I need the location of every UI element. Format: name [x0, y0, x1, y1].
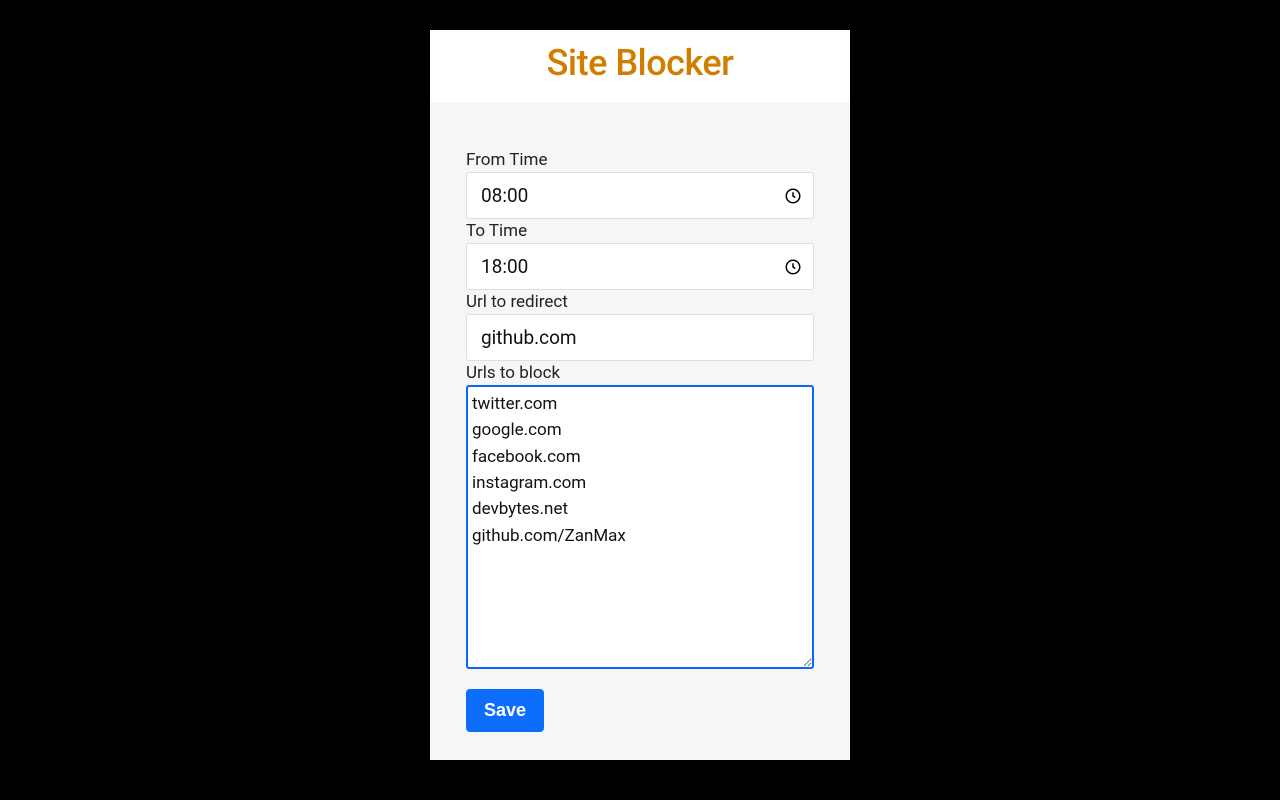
page-title: Site Blocker: [430, 42, 850, 84]
redirect-url-input[interactable]: [466, 314, 814, 361]
from-time-label: From Time: [466, 150, 814, 170]
redirect-url-group: Url to redirect: [466, 292, 814, 361]
to-time-group: To Time: [466, 221, 814, 290]
redirect-url-input-wrap: [466, 314, 814, 361]
form-body: From Time To Time: [430, 102, 850, 760]
to-time-input-wrap: [466, 243, 814, 290]
block-urls-label: Urls to block: [466, 363, 814, 383]
to-time-input[interactable]: [466, 243, 814, 290]
app-window: Site Blocker From Time To Time: [430, 30, 850, 760]
block-urls-textarea[interactable]: [466, 385, 814, 669]
to-time-label: To Time: [466, 221, 814, 241]
from-time-group: From Time: [466, 150, 814, 219]
header: Site Blocker: [430, 30, 850, 102]
from-time-input[interactable]: [466, 172, 814, 219]
block-urls-group: Urls to block: [466, 363, 814, 673]
from-time-input-wrap: [466, 172, 814, 219]
save-button[interactable]: Save: [466, 689, 544, 732]
redirect-url-label: Url to redirect: [466, 292, 814, 312]
